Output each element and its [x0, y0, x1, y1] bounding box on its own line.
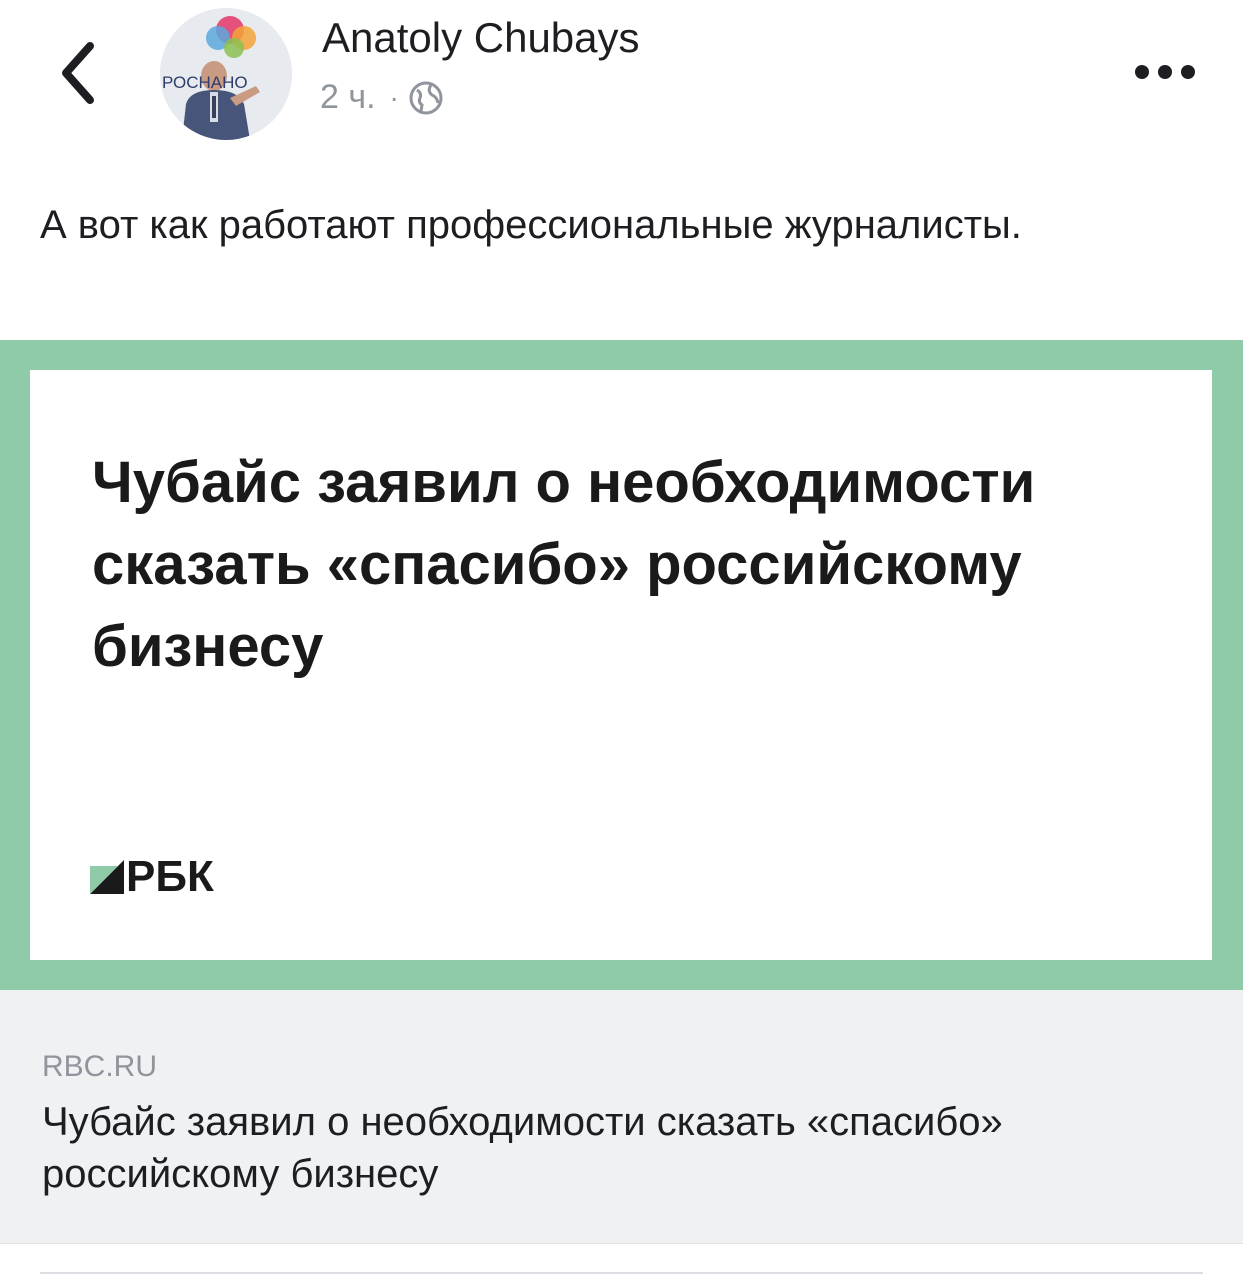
link-domain: RBC.RU — [42, 1050, 158, 1083]
post-header: РОСНАНО Anatoly Chubays 2 ч. · — [0, 0, 1243, 160]
post-timestamp[interactable]: 2 ч. — [320, 78, 376, 117]
more-options-button[interactable] — [1130, 54, 1200, 90]
rbc-logo: РБК — [90, 852, 214, 902]
link-preview-footer[interactable]: RBC.RU Чубайс заявил о необходимости ска… — [0, 990, 1243, 1244]
rbc-logo-mark-icon — [90, 860, 124, 894]
avatar-logo-text: РОСНАНО — [162, 73, 248, 92]
link-preview-image[interactable]: Чубайс заявил о необходимости сказать «с… — [0, 340, 1243, 990]
chevron-left-icon — [62, 42, 94, 104]
divider — [40, 1272, 1203, 1274]
globe-icon[interactable] — [407, 79, 445, 117]
back-button[interactable] — [52, 38, 112, 108]
rbc-logo-text: РБК — [126, 852, 214, 901]
link-title[interactable]: Чубайс заявил о необходимости сказать «с… — [42, 1096, 1202, 1200]
author-avatar[interactable]: РОСНАНО — [160, 8, 292, 140]
author-name[interactable]: Anatoly Chubays — [322, 14, 640, 62]
post-text: А вот как работают профессиональные журн… — [40, 203, 1022, 247]
avatar-image: РОСНАНО — [160, 8, 292, 140]
more-horizontal-icon — [1135, 65, 1195, 79]
link-preview-card[interactable]: Чубайс заявил о необходимости сказать «с… — [0, 340, 1243, 1244]
post-meta: 2 ч. · — [320, 78, 445, 117]
meta-separator: · — [389, 81, 399, 113]
preview-image-panel: Чубайс заявил о необходимости сказать «с… — [30, 370, 1212, 960]
preview-image-headline: Чубайс заявил о необходимости сказать «с… — [92, 450, 1036, 679]
